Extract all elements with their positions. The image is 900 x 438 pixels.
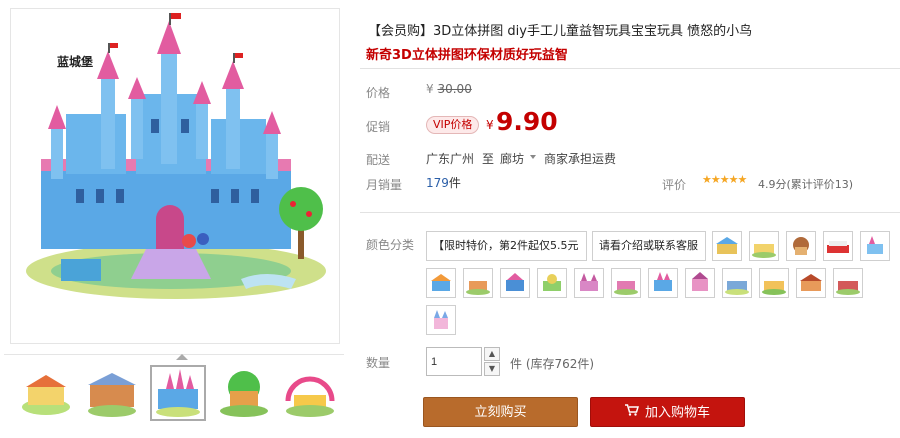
thumbnail-2[interactable] <box>84 365 140 421</box>
color-swatch[interactable] <box>685 268 715 298</box>
promo-currency: ¥ <box>486 118 494 132</box>
quantity-label: 数量 <box>366 356 391 370</box>
buy-now-label: 立刻购买 <box>474 405 527 420</box>
color-swatch[interactable] <box>722 268 752 298</box>
color-swatch[interactable] <box>611 268 641 298</box>
sales-label: 月销量 <box>366 178 403 192</box>
promo-label: 促销 <box>366 120 391 134</box>
vip-price-badge: VIP价格 <box>426 116 480 134</box>
quantity-decrease-button[interactable]: ▼ <box>484 362 500 376</box>
color-swatch[interactable] <box>796 268 826 298</box>
color-swatch[interactable] <box>712 231 742 261</box>
divider <box>360 212 900 213</box>
product-subtitle: 新奇3D立体拼图环保材质好玩益智 <box>366 48 568 63</box>
add-to-cart-button[interactable]: 加入购物车 <box>590 397 745 427</box>
buy-now-button[interactable]: 立刻购买 <box>423 397 578 427</box>
color-swatch[interactable] <box>786 231 816 261</box>
rating-stars-icon: ★★★★★ <box>702 173 747 186</box>
shipping-label: 配送 <box>366 153 391 167</box>
option-text-1[interactable]: 【限时特价，第2件起仅5.5元 <box>426 231 587 261</box>
original-price-value: 30.00 <box>437 82 472 96</box>
original-price-currency: ¥ <box>426 82 434 96</box>
color-swatch[interactable] <box>426 305 456 335</box>
add-to-cart-label: 加入购物车 <box>644 405 710 421</box>
color-swatch[interactable] <box>500 268 530 298</box>
shipping-to-word: 至 <box>482 152 495 166</box>
stock-info: 件 (库存762件) <box>510 357 595 371</box>
divider <box>360 68 900 69</box>
color-swatch[interactable] <box>537 268 567 298</box>
color-swatch[interactable] <box>426 268 456 298</box>
quantity-input[interactable] <box>426 347 482 376</box>
sales-unit: 件 <box>448 176 461 190</box>
product-info-panel: 【会员购】3D立体拼图 diy手工儿童益智玩具宝宝玩具 愤怒的小鸟 新奇3D立体… <box>360 0 900 438</box>
color-swatch[interactable] <box>574 268 604 298</box>
thumbnail-4[interactable] <box>216 365 272 421</box>
review-summary[interactable]: 4.9分(累计评价13) <box>758 176 853 192</box>
color-swatch[interactable] <box>749 231 779 261</box>
original-price: ¥ 30.00 <box>426 82 472 96</box>
color-swatch[interactable] <box>833 268 863 298</box>
destination-dropdown-icon[interactable] <box>530 155 536 159</box>
option-text-2[interactable]: 请看介绍或联系客服 <box>592 231 706 261</box>
shipping-from: 广东广州 <box>426 152 475 166</box>
sales-count: 179 <box>426 176 449 190</box>
promo-price: 9.90 <box>496 107 558 136</box>
main-image-caption: 蓝城堡 <box>57 55 94 69</box>
thumbnail-strip <box>4 354 344 438</box>
color-swatch[interactable] <box>759 268 789 298</box>
product-title: 【会员购】3D立体拼图 diy手工儿童益智玩具宝宝玩具 愤怒的小鸟 <box>368 24 753 39</box>
thumbnail-5[interactable] <box>282 365 338 421</box>
color-swatch[interactable] <box>823 231 853 261</box>
shipping-destination[interactable]: 廊坊 <box>500 150 524 167</box>
quantity-increase-button[interactable]: ▲ <box>484 347 500 361</box>
color-swatch[interactable] <box>463 268 493 298</box>
review-label: 评价 <box>662 178 687 192</box>
color-options-label: 颜色分类 <box>366 238 415 252</box>
price-label: 价格 <box>366 86 391 100</box>
active-thumb-indicator <box>176 354 188 360</box>
cart-icon <box>624 398 639 428</box>
product-page: 蓝城堡 【会员购】3D立体拼图 diy手工儿童益智玩具宝宝玩具 愤怒的小鸟 新奇… <box>0 0 900 438</box>
product-gallery: 蓝城堡 <box>4 8 344 438</box>
main-product-image: 蓝城堡 <box>10 8 340 344</box>
color-swatch[interactable] <box>648 268 678 298</box>
thumbnail-1[interactable] <box>18 365 74 421</box>
thumbnail-3[interactable] <box>150 365 206 421</box>
shipping-fee: 商家承担运费 <box>544 152 617 166</box>
monthly-sales: 179件 <box>426 174 461 191</box>
color-swatch[interactable] <box>860 231 890 261</box>
